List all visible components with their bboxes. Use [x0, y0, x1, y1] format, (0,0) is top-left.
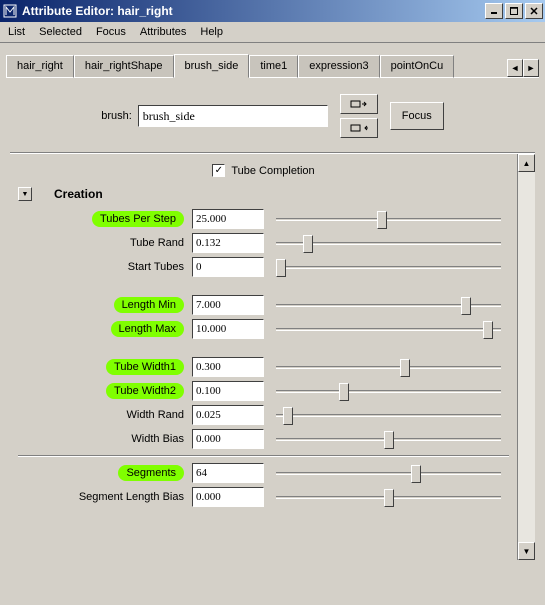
label-tube-rand: Tube Rand: [18, 237, 186, 249]
focus-button[interactable]: Focus: [390, 102, 444, 130]
row-length-min: Length Min: [10, 293, 517, 317]
window-title: Attribute Editor: hair_right: [22, 4, 485, 18]
input-length-max[interactable]: [192, 319, 264, 339]
label-width-rand: Width Rand: [18, 409, 186, 421]
tab-expression3[interactable]: expression3: [298, 55, 379, 78]
maximize-button[interactable]: [505, 3, 523, 19]
row-width-rand: Width Rand: [10, 403, 517, 427]
tube-completion-label: Tube Completion: [231, 165, 314, 177]
section-creation-header: ▼ Creation: [10, 187, 517, 207]
slider-length-min[interactable]: [276, 295, 501, 315]
slider-width-rand[interactable]: [276, 405, 501, 425]
tab-hair-right[interactable]: hair_right: [6, 55, 74, 78]
slider-length-max[interactable]: [276, 319, 501, 339]
menu-help[interactable]: Help: [200, 26, 223, 38]
row-tube-width1: Tube Width1: [10, 355, 517, 379]
scroll-down-button[interactable]: ▼: [518, 542, 535, 560]
tab-time1[interactable]: time1: [249, 55, 298, 78]
brush-label: brush:: [101, 110, 132, 122]
input-length-min[interactable]: [192, 295, 264, 315]
select-brush-button[interactable]: [340, 118, 378, 138]
row-width-bias: Width Bias: [10, 427, 517, 451]
tab-scroll-left[interactable]: ◄: [507, 59, 523, 77]
label-tube-width1: Tube Width1: [106, 359, 184, 375]
row-segments: Segments: [10, 461, 517, 485]
label-tubes-per-step: Tubes Per Step: [92, 211, 184, 227]
section-collapse-button[interactable]: ▼: [18, 187, 32, 201]
input-tube-width1[interactable]: [192, 357, 264, 377]
menu-bar: List Selected Focus Attributes Help: [0, 22, 545, 43]
tab-brush-side[interactable]: brush_side: [174, 54, 250, 78]
vertical-scrollbar[interactable]: ▲ ▼: [517, 154, 535, 560]
slider-tube-width1[interactable]: [276, 357, 501, 377]
label-start-tubes: Start Tubes: [18, 261, 186, 273]
label-width-bias: Width Bias: [18, 433, 186, 445]
load-brush-button[interactable]: [340, 94, 378, 114]
tab-scroll-right[interactable]: ►: [523, 59, 539, 77]
tab-hair-right-shape[interactable]: hair_rightShape: [74, 55, 174, 78]
tube-completion-checkbox[interactable]: ✓: [212, 164, 225, 177]
row-length-max: Length Max: [10, 317, 517, 341]
input-tube-width2[interactable]: [192, 381, 264, 401]
slider-tube-rand[interactable]: [276, 233, 501, 253]
tab-row: hair_right hair_rightShape brush_side ti…: [0, 43, 545, 77]
slider-tube-width2[interactable]: [276, 381, 501, 401]
row-tube-rand: Tube Rand: [10, 231, 517, 255]
tab-pointoncu[interactable]: pointOnCu: [380, 55, 455, 78]
app-icon: [2, 3, 18, 19]
window-titlebar: Attribute Editor: hair_right: [0, 0, 545, 22]
label-tube-width2: Tube Width2: [106, 383, 184, 399]
input-seg-len-bias[interactable]: [192, 487, 264, 507]
menu-selected[interactable]: Selected: [39, 26, 82, 38]
close-button[interactable]: [525, 3, 543, 19]
separator: [18, 455, 509, 457]
input-width-bias[interactable]: [192, 429, 264, 449]
slider-width-bias[interactable]: [276, 429, 501, 449]
slider-tubes-per-step[interactable]: [276, 209, 501, 229]
slider-segments[interactable]: [276, 463, 501, 483]
label-length-max: Length Max: [111, 321, 184, 337]
menu-attributes[interactable]: Attributes: [140, 26, 186, 38]
input-tubes-per-step[interactable]: [192, 209, 264, 229]
tube-completion-row: ✓ Tube Completion: [10, 162, 517, 187]
section-creation-title: Creation: [54, 187, 103, 201]
scroll-track[interactable]: [518, 172, 535, 542]
label-length-min: Length Min: [114, 297, 184, 313]
label-seg-len-bias: Segment Length Bias: [18, 491, 186, 503]
menu-list[interactable]: List: [8, 26, 25, 38]
input-segments[interactable]: [192, 463, 264, 483]
row-tube-width2: Tube Width2: [10, 379, 517, 403]
input-width-rand[interactable]: [192, 405, 264, 425]
input-tube-rand[interactable]: [192, 233, 264, 253]
brush-name-input[interactable]: [138, 105, 328, 127]
input-start-tubes[interactable]: [192, 257, 264, 277]
label-segments: Segments: [118, 465, 184, 481]
menu-focus[interactable]: Focus: [96, 26, 126, 38]
minimize-button[interactable]: [485, 3, 503, 19]
attribute-content: ✓ Tube Completion ▼ Creation Tubes Per S…: [10, 154, 517, 560]
tab-panel: brush: Focus ✓ Tube Completion ▼ Creatio…: [6, 77, 539, 560]
brush-row: brush: Focus: [6, 94, 539, 146]
slider-start-tubes[interactable]: [276, 257, 501, 277]
slider-seg-len-bias[interactable]: [276, 487, 501, 507]
row-seg-len-bias: Segment Length Bias: [10, 485, 517, 509]
row-tubes-per-step: Tubes Per Step: [10, 207, 517, 231]
row-start-tubes: Start Tubes: [10, 255, 517, 279]
scroll-up-button[interactable]: ▲: [518, 154, 535, 172]
